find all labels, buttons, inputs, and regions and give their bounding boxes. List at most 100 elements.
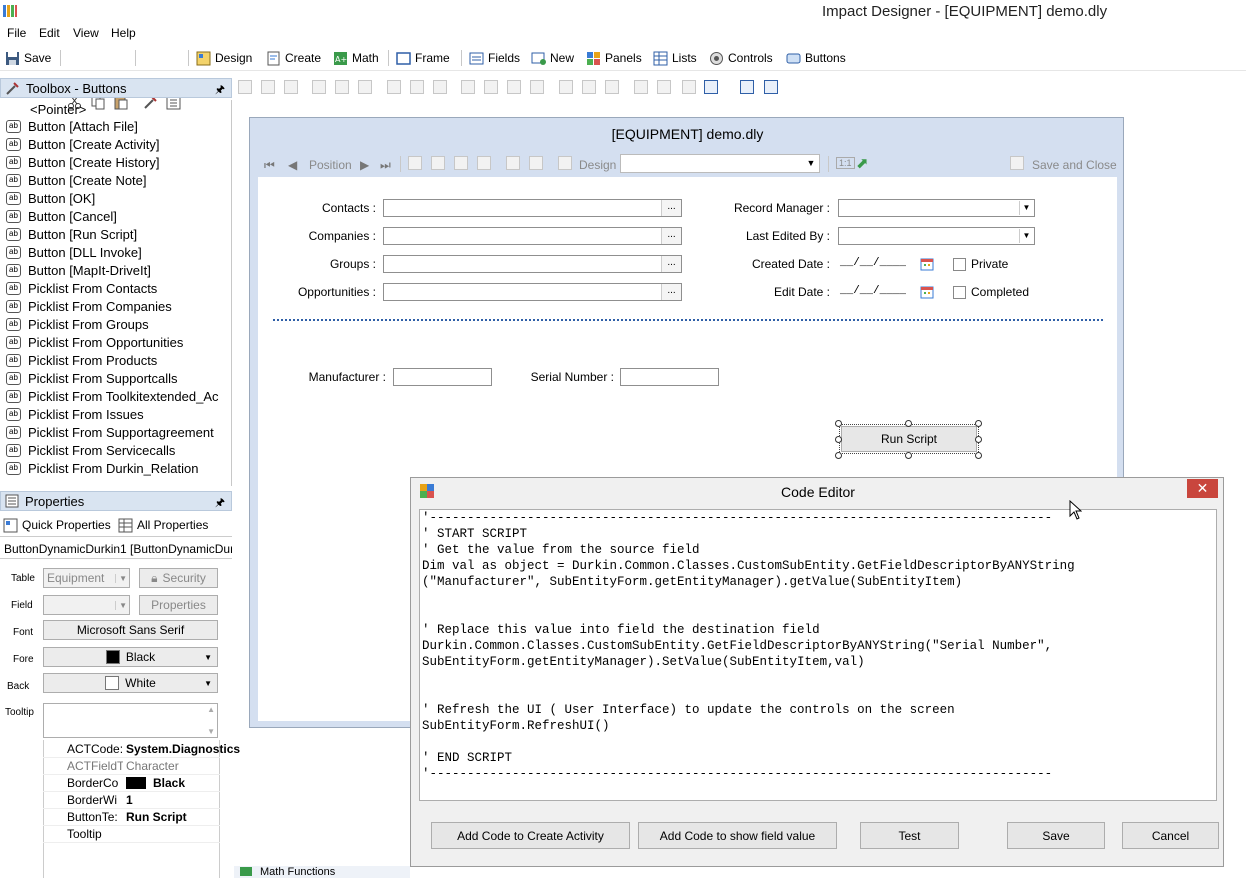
align-tool-icon[interactable] xyxy=(634,80,648,94)
toolbox-item[interactable]: ab Picklist From Durkin_Relation xyxy=(6,459,199,477)
scroll-up-icon[interactable]: ▲ xyxy=(207,705,215,714)
lists-button[interactable]: Lists xyxy=(653,49,697,67)
toolbox-item[interactable]: ab Button [Attach File] xyxy=(6,117,138,135)
design-mode-icon[interactable] xyxy=(558,156,572,170)
companies-field[interactable]: ... xyxy=(383,227,682,245)
last-edited-by-dropdown[interactable]: ▼ xyxy=(838,227,1035,245)
field-properties-button[interactable]: Properties xyxy=(139,595,218,615)
toolbox-item[interactable]: ab Button [OK] xyxy=(6,189,95,207)
toolbox-pointer[interactable]: <Pointer> xyxy=(30,100,86,118)
record-manager-dropdown[interactable]: ▼ xyxy=(838,199,1035,217)
layout-tool-icon[interactable] xyxy=(704,80,718,94)
opportunities-picker-button[interactable]: ... xyxy=(661,284,681,300)
toolbox-item[interactable]: ab Picklist From Companies xyxy=(6,297,172,315)
tab-all-properties[interactable]: All Properties xyxy=(118,516,208,534)
menu-help[interactable]: Help xyxy=(111,26,136,40)
add-code-show-field-value-button[interactable]: Add Code to show field value xyxy=(638,822,837,849)
new-button[interactable]: New xyxy=(531,49,574,67)
prev-record-icon[interactable]: ◀ xyxy=(288,158,297,172)
edit-date-field[interactable]: __/__/____ xyxy=(840,285,906,297)
tooltip-input[interactable]: ▲ ▼ xyxy=(43,703,218,738)
save-close-icon[interactable] xyxy=(1010,156,1024,170)
scroll-down-icon[interactable]: ▼ xyxy=(207,727,215,736)
align-tool-icon[interactable] xyxy=(335,80,349,94)
toolbox-item[interactable]: ab Picklist From Issues xyxy=(6,405,144,423)
zoom-indicator[interactable]: 1:1 xyxy=(836,157,855,169)
toolbox-item[interactable]: ab Button [Create Note] xyxy=(6,171,147,189)
save-and-close-button[interactable]: Save and Close xyxy=(1032,158,1117,172)
back-color-dropdown[interactable]: White ▼ xyxy=(43,673,218,693)
menu-view[interactable]: View xyxy=(73,26,99,40)
toolbox-item[interactable]: ab Picklist From Supportcalls xyxy=(6,369,178,387)
toolbox-item[interactable]: ab Button [Create Activity] xyxy=(6,135,160,153)
design-button[interactable]: Design xyxy=(196,49,252,67)
delete-all-icon[interactable] xyxy=(477,156,491,170)
frame-button[interactable]: Frame xyxy=(396,49,450,67)
menu-file[interactable]: File xyxy=(7,26,26,40)
align-tool-icon[interactable] xyxy=(461,80,475,94)
cancel-button[interactable]: Cancel xyxy=(1122,822,1219,849)
align-tool-icon[interactable] xyxy=(484,80,498,94)
run-script-button[interactable]: Run Script xyxy=(841,426,977,452)
toolbox-item[interactable]: ab Button [Cancel] xyxy=(6,207,117,225)
toolbox-item[interactable]: ab Picklist From Groups xyxy=(6,315,149,333)
delete-record-icon[interactable] xyxy=(454,156,468,170)
layout-tool-icon[interactable] xyxy=(740,80,754,94)
create-button[interactable]: Create xyxy=(266,49,321,67)
fields-button[interactable]: Fields xyxy=(469,49,520,67)
align-tool-icon[interactable] xyxy=(605,80,619,94)
close-button[interactable]: ✕ xyxy=(1187,479,1218,498)
code-textarea[interactable]: '---------------------------------------… xyxy=(419,509,1217,801)
companies-picker-button[interactable]: ... xyxy=(661,228,681,244)
align-tool-icon[interactable] xyxy=(261,80,275,94)
toolbox-item[interactable]: ab Button [DLL Invoke] xyxy=(6,243,142,261)
fore-color-dropdown[interactable]: Black ▼ xyxy=(43,647,218,667)
controls-button[interactable]: Controls xyxy=(709,49,773,67)
groups-picker-button[interactable]: ... xyxy=(661,256,681,272)
selected-object-name[interactable]: ButtonDynamicDurkin1 [ButtonDynamicDurki… xyxy=(0,539,232,559)
align-tool-icon[interactable] xyxy=(682,80,696,94)
save-record-icon[interactable] xyxy=(431,156,445,170)
align-tool-icon[interactable] xyxy=(530,80,544,94)
pin-icon[interactable]: 🖈 xyxy=(215,494,225,513)
property-grid-row[interactable]: BorderWi 1 xyxy=(43,792,220,809)
save-code-button[interactable]: Save xyxy=(1007,822,1105,849)
completed-checkbox[interactable] xyxy=(953,286,966,299)
opportunities-field[interactable]: ... xyxy=(383,283,682,301)
created-date-field[interactable]: __/__/____ xyxy=(840,257,906,269)
contacts-field[interactable]: ... xyxy=(383,199,682,217)
align-tool-icon[interactable] xyxy=(238,80,252,94)
align-tool-icon[interactable] xyxy=(559,80,573,94)
toolbox-item[interactable]: ab Picklist From Supportagreement xyxy=(6,423,214,441)
toolbox-item[interactable]: ab Picklist From Servicecalls xyxy=(6,441,175,459)
toolbox-item[interactable]: ab Picklist From Opportunities xyxy=(6,333,183,351)
align-tool-icon[interactable] xyxy=(582,80,596,94)
property-grid-row[interactable]: BorderCo Black xyxy=(43,775,220,792)
field-dropdown[interactable]: ▼ xyxy=(43,595,130,615)
panels-button[interactable]: Panels xyxy=(586,49,642,67)
toolbox-item[interactable]: ab Picklist From Contacts xyxy=(6,279,157,297)
property-grid-row[interactable]: Tooltip xyxy=(43,826,220,843)
align-tool-icon[interactable] xyxy=(657,80,671,94)
toolbox-item[interactable]: ab Button [Create History] xyxy=(6,153,160,171)
first-record-icon[interactable]: ⏮ xyxy=(264,158,275,173)
math-functions-tab[interactable]: Math Functions xyxy=(234,866,410,878)
font-button[interactable]: Microsoft Sans Serif xyxy=(43,620,218,640)
serial-number-field[interactable] xyxy=(620,368,719,386)
contacts-picker-button[interactable]: ... xyxy=(661,200,681,216)
toolbox-item[interactable]: ab Picklist From Products xyxy=(6,351,157,369)
last-record-icon[interactable]: ⏭ xyxy=(380,158,391,173)
pin-icon[interactable]: 🖈 xyxy=(215,81,225,100)
layout-select[interactable]: ▼ xyxy=(620,154,820,173)
arrow-up-right-icon[interactable]: ⬈ xyxy=(856,154,869,172)
manufacturer-field[interactable] xyxy=(393,368,492,386)
property-grid-row[interactable]: ButtonTe: Run Script xyxy=(43,809,220,826)
toolbox-item[interactable]: ab Button [Run Script] xyxy=(6,225,137,243)
align-tool-icon[interactable] xyxy=(410,80,424,94)
align-tool-icon[interactable] xyxy=(312,80,326,94)
calendar-icon[interactable] xyxy=(920,285,934,299)
buttons-button[interactable]: Buttons xyxy=(786,49,846,67)
math-button[interactable]: A+B Math xyxy=(333,49,379,67)
next-record-icon[interactable]: ▶ xyxy=(360,158,369,172)
toolbox-item[interactable]: ab Button [MapIt-DriveIt] xyxy=(6,261,151,279)
